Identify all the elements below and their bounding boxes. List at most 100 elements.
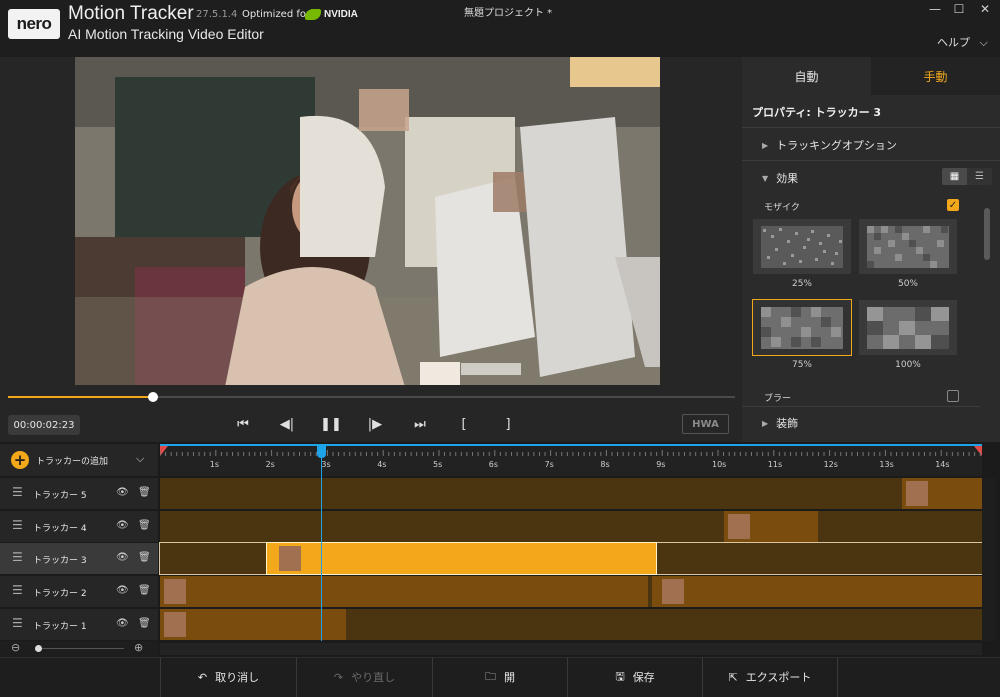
skip-start-icon[interactable]: ⏮	[232, 414, 254, 434]
tick-label: 12s	[823, 460, 838, 469]
mosaic-option-75[interactable]: 75%	[752, 299, 852, 370]
video-frame[interactable]	[75, 57, 660, 385]
eye-icon[interactable]: 👁	[116, 487, 129, 498]
track-lane-5[interactable]	[160, 478, 982, 509]
eye-icon[interactable]: 👁	[116, 552, 129, 563]
trash-icon[interactable]: 🗑	[138, 520, 151, 531]
track-lane-2[interactable]	[160, 576, 982, 607]
playhead-line	[321, 444, 322, 641]
tick-label: 6s	[488, 460, 499, 469]
document-title: 無題プロジェクト *	[464, 8, 553, 19]
app-version: 27.5.1.4	[196, 9, 238, 20]
track-lane-3[interactable]	[159, 542, 983, 575]
trash-icon[interactable]: 🗑	[138, 618, 151, 629]
undo-label: 取り消し	[215, 671, 260, 684]
track-row-5[interactable]: ☰ トラッカー 5 👁 🗑	[0, 478, 158, 509]
track-name: トラッカー 1	[33, 622, 87, 632]
export-button[interactable]: ⇱ エクスポート	[702, 657, 838, 697]
help-menu[interactable]: ヘルプ ⌵	[937, 34, 988, 50]
chevron-down-icon[interactable]: ⌵	[136, 452, 144, 466]
step-forward-icon[interactable]: |▶	[364, 414, 386, 434]
timeline-scrollbar[interactable]	[160, 643, 982, 655]
plus-icon[interactable]: +	[11, 451, 29, 469]
drag-handle-icon[interactable]: ☰	[12, 550, 23, 564]
timeline-vscrollbar[interactable]	[982, 478, 996, 641]
trash-icon[interactable]: 🗑	[138, 585, 151, 596]
step-back-icon[interactable]: ◀|	[276, 414, 298, 434]
minimize-icon[interactable]: —	[922, 2, 948, 16]
tracker-clip[interactable]	[724, 511, 818, 542]
track-lane-1[interactable]	[160, 609, 982, 640]
close-icon[interactable]: ✕	[972, 2, 998, 16]
time-ruler[interactable]	[159, 444, 982, 476]
clip-thumbnail	[279, 546, 301, 571]
tick-label: 3s	[321, 460, 331, 469]
drag-handle-icon[interactable]: ☰	[12, 485, 23, 499]
effects-section[interactable]: ▼ 効果	[762, 170, 798, 186]
tracker-clip[interactable]	[160, 576, 648, 607]
decoration-section[interactable]: ▶ 装飾	[762, 415, 798, 431]
zoom-in-icon[interactable]: ⊕	[134, 641, 143, 654]
track-lane-4[interactable]	[160, 511, 982, 542]
mark-in-icon[interactable]: [	[453, 414, 475, 434]
track-row-2[interactable]: ☰ トラッカー 2 👁 🗑	[0, 576, 158, 607]
mosaic-option-label: 100%	[895, 360, 921, 370]
track-row-4[interactable]: ☰ トラッカー 4 👁 🗑	[0, 511, 158, 542]
drag-handle-icon[interactable]: ☰	[12, 616, 23, 630]
mosaic-option-label: 75%	[791, 360, 812, 370]
divider	[742, 127, 1000, 128]
maximize-icon[interactable]: ☐	[946, 2, 972, 16]
tracker-clip[interactable]	[160, 609, 346, 640]
zoom-out-icon[interactable]: ⊖	[11, 641, 20, 654]
mosaic-preview-25	[753, 219, 851, 274]
tracker-clip-selected[interactable]	[266, 542, 657, 575]
trash-icon[interactable]: 🗑	[138, 552, 151, 563]
eye-icon[interactable]: 👁	[116, 618, 129, 629]
mosaic-option-100[interactable]: 100%	[859, 300, 957, 370]
zoom-bar: ⊖ ⊕	[0, 641, 158, 657]
panel-scroll-thumb[interactable]	[984, 208, 990, 260]
tab-auto[interactable]: 自動	[742, 57, 871, 95]
sliders-view-icon[interactable]: ☰	[967, 168, 992, 185]
mosaic-checkbox[interactable]: ✓	[947, 199, 959, 211]
trash-icon[interactable]: 🗑	[138, 487, 151, 498]
track-row-3[interactable]: ☰ トラッカー 3 👁 🗑	[0, 543, 158, 574]
pause-icon[interactable]: ❚❚	[320, 414, 342, 434]
grid-view-icon[interactable]: ▦	[942, 168, 967, 185]
view-toggle: ▦ ☰	[942, 168, 992, 185]
chevron-down-icon: ▼	[762, 173, 769, 183]
nvidia-logo: NVIDIA	[305, 8, 367, 20]
mosaic-label: モザイク	[764, 203, 800, 213]
zoom-slider-track[interactable]	[36, 648, 124, 649]
tick-label: 4s	[377, 460, 387, 469]
eye-icon[interactable]: 👁	[116, 585, 129, 596]
add-tracker-button[interactable]: トラッカーの追加	[36, 454, 108, 467]
track-row-1[interactable]: ☰ トラッカー 1 👁 🗑	[0, 609, 158, 640]
save-button[interactable]: 🖫 保存	[567, 657, 702, 697]
optimized-for-label: Optimized for	[242, 9, 311, 20]
drag-handle-icon[interactable]: ☰	[12, 518, 23, 532]
tick-label: 14s	[935, 460, 950, 469]
redo-button[interactable]: ↷ やり直し	[296, 657, 432, 697]
tracker-clip[interactable]	[902, 478, 982, 509]
open-button[interactable]: 🗀 開	[432, 657, 567, 697]
tracker-clip[interactable]	[652, 576, 982, 607]
chevron-right-icon: ▶	[762, 418, 769, 428]
eye-icon[interactable]: 👁	[116, 520, 129, 531]
ruler-ticks	[159, 444, 982, 456]
drag-handle-icon[interactable]: ☰	[12, 583, 23, 597]
redo-icon: ↷	[333, 670, 344, 684]
zoom-slider-thumb[interactable]	[35, 645, 42, 652]
mosaic-preview-100	[859, 300, 957, 355]
blur-checkbox[interactable]	[947, 390, 959, 402]
divider	[742, 406, 980, 407]
undo-button[interactable]: ↶ 取り消し	[160, 657, 296, 697]
playhead-handle[interactable]	[317, 444, 326, 458]
mosaic-option-25[interactable]: 25%	[753, 219, 851, 289]
mark-out-icon[interactable]: ]	[497, 414, 519, 434]
skip-end-icon[interactable]: ⏭	[409, 414, 431, 434]
hwa-button[interactable]: HWA	[682, 414, 729, 434]
tracking-options-section[interactable]: ▶ トラッキングオプション	[762, 137, 897, 153]
mosaic-option-50[interactable]: 50%	[859, 219, 957, 289]
tab-manual[interactable]: 手動	[871, 57, 1000, 95]
